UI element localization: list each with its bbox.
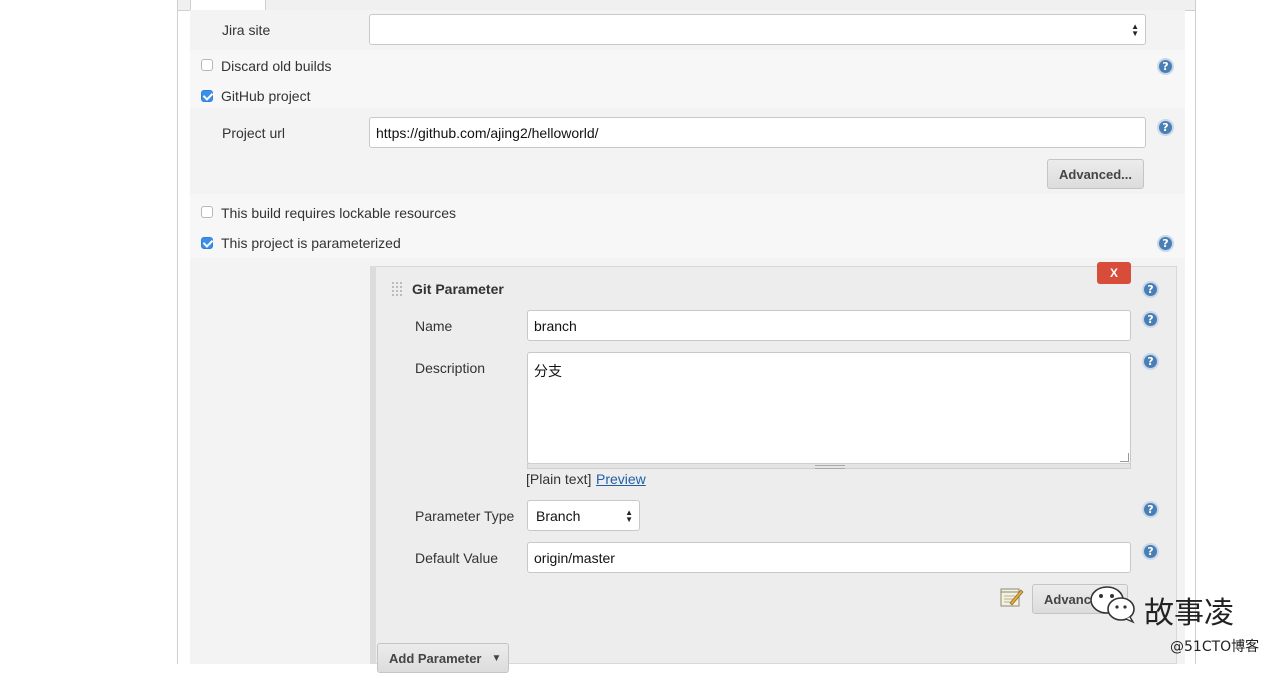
help-icon[interactable]: ? [1157,119,1174,136]
lockable-resources-label: This build requires lockable resources [221,205,456,221]
parameter-type-select[interactable]: Branch ▲ ▼ [527,500,640,531]
delete-parameter-button[interactable]: X [1097,262,1131,284]
help-icon[interactable]: ? [1142,353,1159,370]
wechat-logo-icon [1088,584,1138,624]
select-arrows-icon: ▲ ▼ [1131,21,1139,38]
default-value-label: Default Value [415,550,499,566]
discard-old-builds-checkbox[interactable] [201,59,213,71]
description-label: Description [415,360,486,376]
add-parameter-label: Add Parameter [389,650,482,666]
preview-link[interactable]: Preview [596,471,646,487]
name-label: Name [415,318,453,334]
discard-old-builds-label: Discard old builds [221,58,332,74]
jira-site-select[interactable]: ▲ ▼ [369,14,1146,45]
frame-left-border [177,0,178,664]
lockable-resources-checkbox[interactable] [201,206,213,218]
help-icon[interactable]: ? [1157,235,1174,252]
frame-right-border [1195,0,1196,664]
github-project-checkbox[interactable] [201,90,213,102]
github-project-label: GitHub project [221,88,311,104]
watermark-site: @51CTO博客 [1170,639,1260,655]
help-icon[interactable]: ? [1142,501,1159,518]
caret-down-icon: ▼ [491,652,502,664]
git-parameter-side-bar [370,266,376,664]
textarea-resize-bar[interactable] [527,463,1131,469]
add-parameter-button[interactable]: Add Parameter ▼ [377,643,509,673]
help-icon[interactable]: ? [1142,543,1159,560]
parameterized-checkbox[interactable] [201,237,213,249]
project-url-value: https://github.com/ajing2/helloworld/ [376,124,599,141]
default-value-value: origin/master [534,549,615,566]
description-value: 分支 [534,364,562,380]
jira-site-label: Jira site [222,22,271,38]
parameterized-label: This project is parameterized [221,235,401,251]
project-url-input[interactable]: https://github.com/ajing2/helloworld/ [369,117,1146,148]
plain-text-label: [Plain text] [526,471,592,487]
advanced-button[interactable]: Advanced... [1047,159,1144,189]
select-arrows-icon: ▲ ▼ [625,507,633,524]
help-icon[interactable]: ? [1157,58,1174,75]
watermark-brand: 故事凌 [1144,596,1234,631]
notepad-icon[interactable] [1000,586,1024,608]
description-textarea[interactable]: 分支 [527,352,1131,464]
help-icon[interactable]: ? [1142,281,1159,298]
parameter-type-label: Parameter Type [415,508,515,524]
name-value: branch [534,317,577,334]
resize-grip-icon[interactable] [1120,453,1129,462]
parameter-type-value: Branch [536,507,581,524]
name-input[interactable]: branch [527,310,1131,341]
help-icon[interactable]: ? [1142,311,1159,328]
git-parameter-title: Git Parameter [412,281,504,297]
drag-handle-icon[interactable] [391,281,403,297]
project-url-label: Project url [222,125,286,141]
default-value-input[interactable]: origin/master [527,542,1131,573]
